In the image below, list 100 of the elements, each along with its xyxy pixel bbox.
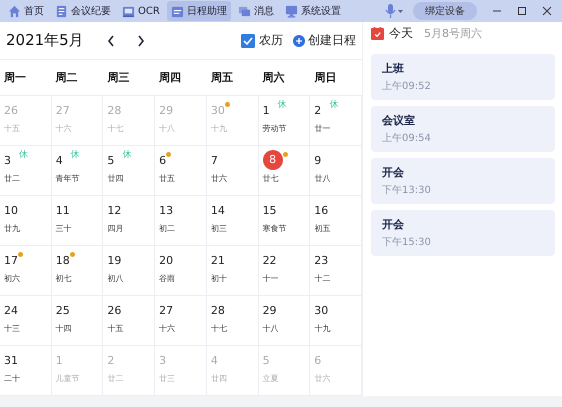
day-cell[interactable]: 22 十一 [258, 246, 310, 296]
day-number: 23 [314, 253, 328, 269]
day-number: 1 [56, 353, 63, 369]
day-cell[interactable]: 14 初三 [206, 196, 259, 246]
day-cell[interactable]: 21 初十 [206, 246, 259, 296]
weekday-header: 周四 [155, 59, 207, 96]
weekday-header: 周日 [310, 59, 362, 96]
day-cell[interactable]: 15 寒食节 [258, 196, 310, 246]
microphone-icon[interactable] [384, 4, 404, 18]
day-cell[interactable]: 11 三十 [52, 196, 104, 246]
lunar-date: 四月 [107, 223, 124, 234]
lunar-checkbox[interactable] [241, 34, 255, 48]
day-number: 31 [4, 353, 18, 369]
day-cell[interactable]: 26 十五 [103, 296, 156, 346]
nav-tab[interactable]: 消息 [234, 1, 278, 21]
day-number: 3 [159, 353, 166, 369]
lunar-date: 廿四 [107, 173, 124, 184]
weekday-header: 周二 [52, 59, 104, 96]
day-cell[interactable]: 10 廿九 [0, 196, 52, 246]
lunar-date: 初八 [107, 273, 124, 284]
next-month-icon[interactable] [136, 34, 146, 48]
holiday-mark: 休 [70, 148, 80, 161]
create-schedule-button[interactable]: 创建日程 [293, 32, 356, 49]
event-card[interactable]: 开会 下午15:30 [371, 210, 555, 256]
event-title: 开会 [382, 165, 405, 180]
day-number: 2 [107, 353, 114, 369]
day-cell[interactable]: 18 初七 [52, 246, 104, 296]
day-cell[interactable]: 19 初八 [103, 246, 156, 296]
nav-tab[interactable]: 系统设置 [280, 1, 345, 21]
day-number: 2 [314, 103, 322, 119]
lunar-date: 寒食节 [262, 223, 288, 234]
lunar-date: 廿九 [4, 223, 21, 234]
day-cell[interactable]: 17 初六 [0, 246, 52, 296]
day-cell[interactable]: 9 廿八 [310, 146, 362, 196]
day-number: 26 [107, 303, 122, 319]
nav-tab[interactable]: OCR [118, 1, 164, 21]
day-cell[interactable]: 30 十九 [310, 296, 362, 346]
nav-tab[interactable]: 会议纪要 [51, 1, 115, 21]
day-number: 6 [159, 153, 166, 169]
previous-month-icon[interactable] [106, 34, 116, 48]
day-cell[interactable]: 28 十七 [206, 296, 259, 346]
lunar-date: 廿二 [107, 373, 124, 384]
lunar-date: 青年节 [56, 173, 81, 184]
day-number: 30 [210, 103, 225, 119]
day-cell[interactable]: 27 十六 [155, 296, 207, 346]
event-card[interactable]: 开会 下午13:30 [371, 158, 555, 204]
event-time: 上午09:54 [382, 132, 432, 145]
day-number: 29 [262, 303, 277, 319]
lunar-date: 廿六 [210, 173, 228, 184]
day-cell[interactable]: 5 休 廿四 [103, 146, 156, 196]
day-number: 12 [107, 203, 122, 219]
day-cell[interactable]: 7 廿六 [206, 146, 259, 196]
day-cell[interactable]: 3 休 廿二 [0, 146, 52, 196]
maximize-icon[interactable] [517, 6, 527, 16]
nav-tab[interactable]: 日程助理 [166, 1, 231, 21]
day-cell[interactable]: 12 四月 [103, 196, 156, 246]
holiday-mark: 休 [329, 98, 338, 111]
chat-icon [238, 4, 251, 18]
day-cell[interactable]: 25 十四 [52, 296, 104, 346]
day-cell[interactable]: 24 十三 [0, 296, 52, 346]
lunar-date: 初二 [159, 223, 176, 234]
bind-device-button[interactable]: 绑定设备 [413, 2, 477, 20]
day-cell[interactable]: 4 休 青年节 [52, 146, 104, 196]
day-number: 4 [56, 153, 63, 169]
lunar-date: 廿八 [314, 173, 332, 184]
document-icon [55, 4, 68, 18]
day-cell[interactable]: 23 十二 [310, 246, 362, 296]
event-card[interactable]: 会议室 上午09:54 [371, 106, 555, 152]
day-number: 20 [159, 253, 174, 269]
today-date: 5月8号周六 [424, 26, 482, 40]
close-icon[interactable] [542, 6, 552, 16]
day-cell[interactable]: 29 十八 [258, 296, 310, 346]
day-cell[interactable]: 16 初五 [310, 196, 362, 246]
lunar-date: 十六 [159, 323, 176, 334]
lunar-date: 廿六 [314, 373, 332, 384]
day-cell[interactable]: 1 休 劳动节 [258, 96, 310, 146]
lunar-date: 十五 [4, 123, 21, 134]
event-time: 下午15:30 [382, 236, 432, 249]
day-cell[interactable]: 20 谷雨 [155, 246, 207, 296]
event-card[interactable]: 上班 上午09:52 [371, 54, 555, 100]
day-cell[interactable]: 6 廿五 [155, 146, 207, 196]
day-number: 10 [4, 203, 18, 219]
day-cell[interactable]: 2 休 廿一 [310, 96, 362, 146]
lunar-date: 廿四 [210, 373, 228, 384]
lunar-date: 十七 [210, 323, 228, 334]
lunar-date: 廿七 [262, 173, 280, 184]
weekday-header: 周三 [103, 59, 156, 96]
lunar-date: 初十 [210, 273, 228, 284]
lunar-date: 十二 [314, 273, 332, 284]
day-number: 17 [4, 253, 18, 269]
scanner-icon [122, 4, 135, 18]
day-number: 25 [56, 303, 70, 319]
lunar-date: 十九 [314, 323, 332, 334]
lunar-date: 三十 [56, 223, 73, 234]
lunar-date: 谷雨 [159, 273, 176, 284]
holiday-mark: 休 [278, 98, 287, 111]
nav-tab[interactable]: 首页 [4, 1, 48, 21]
day-cell[interactable]: 8 廿七 [258, 146, 310, 196]
day-cell[interactable]: 13 初二 [155, 196, 207, 246]
day-number: 11 [56, 203, 70, 219]
